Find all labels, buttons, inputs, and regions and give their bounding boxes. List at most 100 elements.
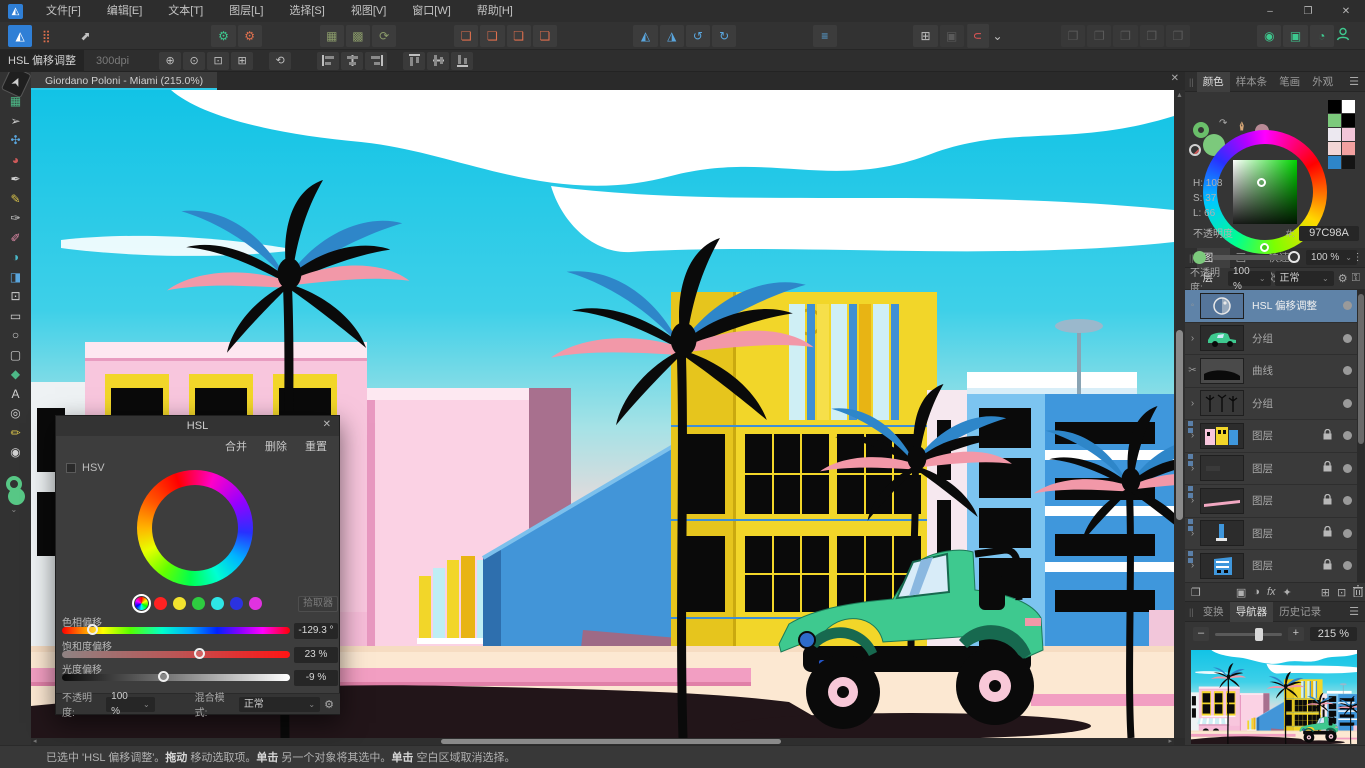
master-channel-swatch[interactable] [135,597,148,610]
rotate-selection-icon[interactable]: ⟲ [269,52,291,70]
mini-swatch[interactable] [1328,114,1341,127]
point-transform-tool[interactable]: ✣ [4,131,28,151]
menu-text[interactable]: 文本[T] [155,0,216,22]
scroll-left-icon[interactable]: ◂ [33,737,37,745]
saturation-lightness-box[interactable] [1233,160,1297,224]
gear-icon[interactable]: ⚙ [324,698,334,711]
insert-behind-icon[interactable]: ◉ [1257,25,1281,47]
mini-swatch[interactable] [1342,142,1355,155]
zoom-in-button[interactable]: + [1288,627,1304,641]
insert-on-top-icon[interactable]: ◔ [1310,25,1334,47]
color-picker-tool[interactable]: ◎ [4,404,28,424]
layer-visibility-toggle[interactable] [1343,431,1352,440]
lock-icon[interactable]: ⚿ [1352,272,1360,285]
text-tool[interactable]: A [4,384,28,404]
color-picker-dot[interactable] [1257,178,1266,187]
lock-icon[interactable] [1323,461,1339,475]
opacity-dropdown[interactable]: 100 %⌄ [1306,250,1357,265]
scroll-up-icon[interactable]: ▲ [1176,92,1183,99]
rotate-cw-icon[interactable]: ↻ [712,25,736,47]
swap-colors-icon[interactable]: ↷ [1219,118,1227,129]
layer-row-group-palms[interactable]: › 分组 [1185,388,1365,421]
layer-row-group-car[interactable]: › 分组 [1185,323,1365,356]
export-persona-icon[interactable]: ⬈ [73,25,97,47]
hsv-checkbox[interactable] [66,463,76,473]
close-button[interactable]: ✕ [1327,0,1365,22]
pixel-persona-icon[interactable]: ⣿ [34,25,58,47]
lock-icon[interactable] [1323,526,1339,540]
green-channel-swatch[interactable] [192,597,205,610]
adjustment-layer-icon[interactable]: ◑ [1253,586,1260,598]
zoom-value[interactable]: 215 % [1310,627,1357,641]
lock-icon[interactable] [1323,494,1339,508]
red-channel-swatch[interactable] [154,597,167,610]
luminosity-shift-value[interactable]: -9 % [294,670,338,686]
zoom-slider-thumb[interactable] [1255,628,1263,641]
layer-visibility-toggle[interactable] [1343,464,1352,473]
designer-persona-icon[interactable]: ◭ [8,25,32,47]
live-filter-icon[interactable]: ✦ [1283,586,1292,599]
no-fill-icon[interactable] [1189,144,1201,156]
layers-scrollbar[interactable] [1357,290,1365,583]
panel-grip-icon[interactable]: || [1189,607,1194,617]
mini-swatch[interactable] [1342,128,1355,141]
menu-edit[interactable]: 编辑[E] [94,0,155,22]
fill-color-well[interactable] [8,488,25,505]
rectangle-tool[interactable]: ▭ [4,306,28,326]
paint-brush-tool[interactable]: ✐ [4,228,28,248]
layer-visibility-toggle[interactable] [1343,399,1352,408]
align-center-icon[interactable] [341,52,363,70]
menu-window[interactable]: 窗口[W] [399,0,464,22]
fill-tool[interactable]: ◑ [4,248,28,268]
mini-swatch[interactable] [1328,142,1341,155]
cycle-selection-icon[interactable]: ⊕ [159,52,181,70]
add-layer-icon[interactable]: ⊞ [1321,586,1330,599]
scroll-right-icon[interactable]: ▸ [1168,737,1172,745]
layer-visibility-toggle[interactable] [1343,561,1352,570]
layer-visibility-toggle[interactable] [1343,334,1352,343]
eyedropper-icon[interactable]: ✒ [1234,121,1250,132]
mini-swatch[interactable] [1342,100,1355,113]
bleed-icon[interactable]: ▩ [346,25,370,47]
vertical-scroll-thumb[interactable] [1176,330,1183,520]
layer-visibility-toggle[interactable] [1343,301,1352,310]
hue-shift-value[interactable]: -129.3 ° [294,623,338,639]
restore-button[interactable]: ❐ [1289,0,1327,22]
insert-inside-icon[interactable]: ▣ [1283,25,1307,47]
menu-help[interactable]: 帮助[H] [464,0,526,22]
lock-icon[interactable] [1323,559,1339,573]
layer-expand-chevron[interactable]: › [1185,398,1200,409]
add-pixel-layer-icon[interactable]: ⊡ [1337,586,1346,599]
hue-shift-slider[interactable] [62,627,290,634]
horizontal-scrollbar[interactable]: ◂ ▸ [31,738,1174,745]
align-right-icon[interactable] [365,52,387,70]
layers-scroll-thumb[interactable] [1358,294,1364,444]
move-forward-icon[interactable]: ❏ [480,25,504,47]
rounded-rectangle-tool[interactable]: ▢ [4,345,28,365]
blend-mode-dropdown[interactable]: 正常⌄ [239,697,320,712]
fill-stroke-selector[interactable]: ⌄ [4,476,28,506]
hsl-dialog-titlebar[interactable]: HSL ✕ [56,416,339,436]
minimize-button[interactable]: – [1251,0,1289,22]
preferences-gear-icon[interactable]: ⚙ [238,25,262,47]
align-top-icon[interactable] [403,52,425,70]
ellipse-tool[interactable]: ○ [4,326,28,346]
vector-brush-tool[interactable]: ✑ [4,209,28,229]
panel-grip-icon[interactable]: || [1189,77,1194,87]
fx-icon[interactable]: fx [1267,586,1276,598]
flip-vertical-icon[interactable]: ◮ [660,25,684,47]
reset-button[interactable]: 重置 [305,438,327,454]
tab-color[interactable]: 颜色 [1197,72,1230,92]
move-backward-icon[interactable]: ❏ [507,25,531,47]
cyan-channel-swatch[interactable] [211,597,224,610]
vertical-scrollbar[interactable]: ▲ [1174,90,1185,738]
layer-row-hsl-adjustment[interactable]: ◦ HSL 偏移调整 [1185,290,1365,323]
mini-swatch[interactable] [1328,156,1341,169]
menu-view[interactable]: 视图[V] [338,0,399,22]
layer-expand-chevron[interactable]: › [1185,333,1200,344]
pencil-tool[interactable]: ✎ [4,189,28,209]
menu-file[interactable]: 文件[F] [33,0,94,22]
layer-row-buildings[interactable]: › 图层 [1185,420,1365,453]
crop-tool[interactable]: ⊡ [4,287,28,307]
move-to-back-icon[interactable]: ❏ [533,25,557,47]
